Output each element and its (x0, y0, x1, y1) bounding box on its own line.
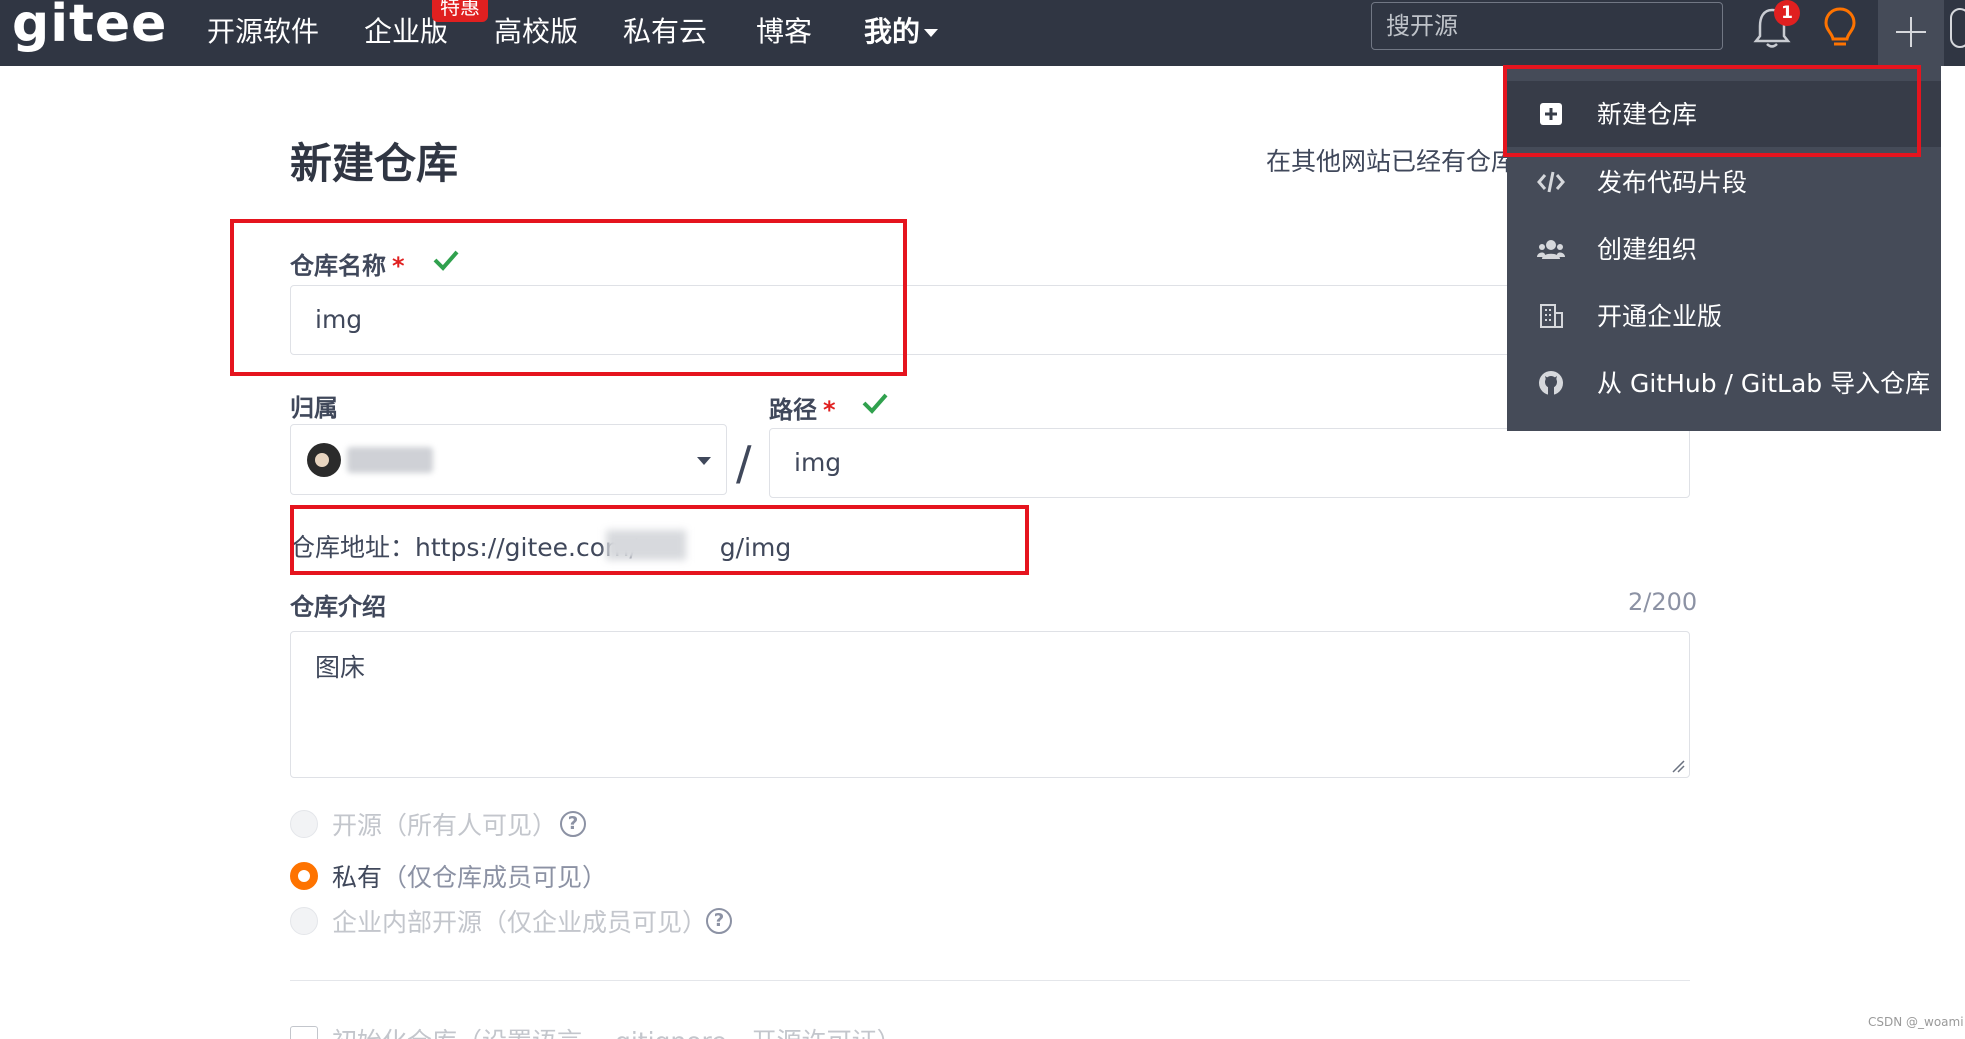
owner-name-redacted (347, 447, 433, 473)
highlight-box-repo-name (230, 219, 907, 376)
nav-mine[interactable]: 我的 (864, 10, 939, 50)
path-separator: / (736, 436, 752, 490)
chevron-down-icon (697, 457, 711, 465)
radio-internal-label: 企业内部开源（仅企业成员可见） (332, 908, 708, 937)
nav-blog[interactable]: 博客 (756, 10, 812, 50)
help-icon[interactable]: ? (706, 908, 732, 934)
divider (290, 980, 1690, 981)
lightbulb-icon[interactable] (1822, 6, 1858, 50)
menu-item-org[interactable]: 创建组织 (1507, 216, 1941, 282)
owner-label: 归属 (290, 394, 338, 422)
highlight-box-new-repo (1503, 65, 1921, 157)
radio-internal[interactable] (290, 907, 318, 935)
promo-badge: 特惠 (432, 0, 488, 22)
intro-char-counter: 2/200 (1628, 588, 1698, 616)
path-input[interactable]: img (769, 428, 1690, 498)
users-icon (1537, 240, 1565, 259)
building-icon (1540, 304, 1563, 328)
page-title: 新建仓库 (290, 139, 459, 188)
github-icon (1539, 371, 1563, 395)
intro-text: 图床 (315, 653, 366, 682)
nav-open-source[interactable]: 开源软件 (207, 10, 319, 50)
radio-public[interactable] (290, 810, 318, 838)
create-new-button[interactable] (1878, 0, 1944, 66)
owner-select[interactable] (290, 424, 727, 495)
init-repo-checkbox[interactable] (290, 1026, 318, 1039)
top-navbar: gitee 开源软件 企业版 特惠 高校版 私有云 博客 我的 1 (0, 0, 1965, 66)
menu-item-enterprise[interactable]: 开通企业版 (1507, 283, 1941, 349)
path-label: 路径 * (769, 396, 836, 424)
user-avatar-edge[interactable] (1950, 8, 1965, 48)
radio-private-label: 私有（仅仓库成员可见） (332, 863, 608, 892)
import-hint-link[interactable]: 在其他网站已经有仓库 (1266, 142, 1516, 178)
code-icon (1537, 171, 1565, 193)
chevron-down-icon (924, 29, 939, 37)
help-icon[interactable]: ? (560, 811, 586, 837)
intro-label: 仓库介绍 (290, 593, 386, 621)
notification-count-badge: 1 (1774, 0, 1800, 26)
radio-private[interactable] (290, 862, 318, 890)
init-repo-label: 初始化仓库（设置语言、.gitignore、开源许可证） (332, 1022, 902, 1039)
radio-public-label: 开源（所有人可见） (332, 811, 558, 840)
nav-mine-label: 我的 (864, 15, 921, 48)
highlight-box-repo-url (290, 505, 1029, 575)
menu-item-snippet[interactable]: 发布代码片段 (1507, 149, 1941, 215)
watermark: CSDN @_woami (1868, 1015, 1964, 1029)
check-icon (862, 393, 888, 414)
gitee-logo[interactable]: gitee (12, 0, 167, 54)
search-input[interactable] (1371, 2, 1723, 50)
menu-item-import[interactable]: 从 GitHub / GitLab 导入仓库 (1507, 350, 1941, 416)
intro-textarea[interactable]: 图床 (290, 631, 1690, 778)
nav-private-cloud[interactable]: 私有云 (623, 10, 707, 50)
resize-handle-icon[interactable] (1671, 759, 1685, 773)
nav-university[interactable]: 高校版 (494, 10, 578, 50)
